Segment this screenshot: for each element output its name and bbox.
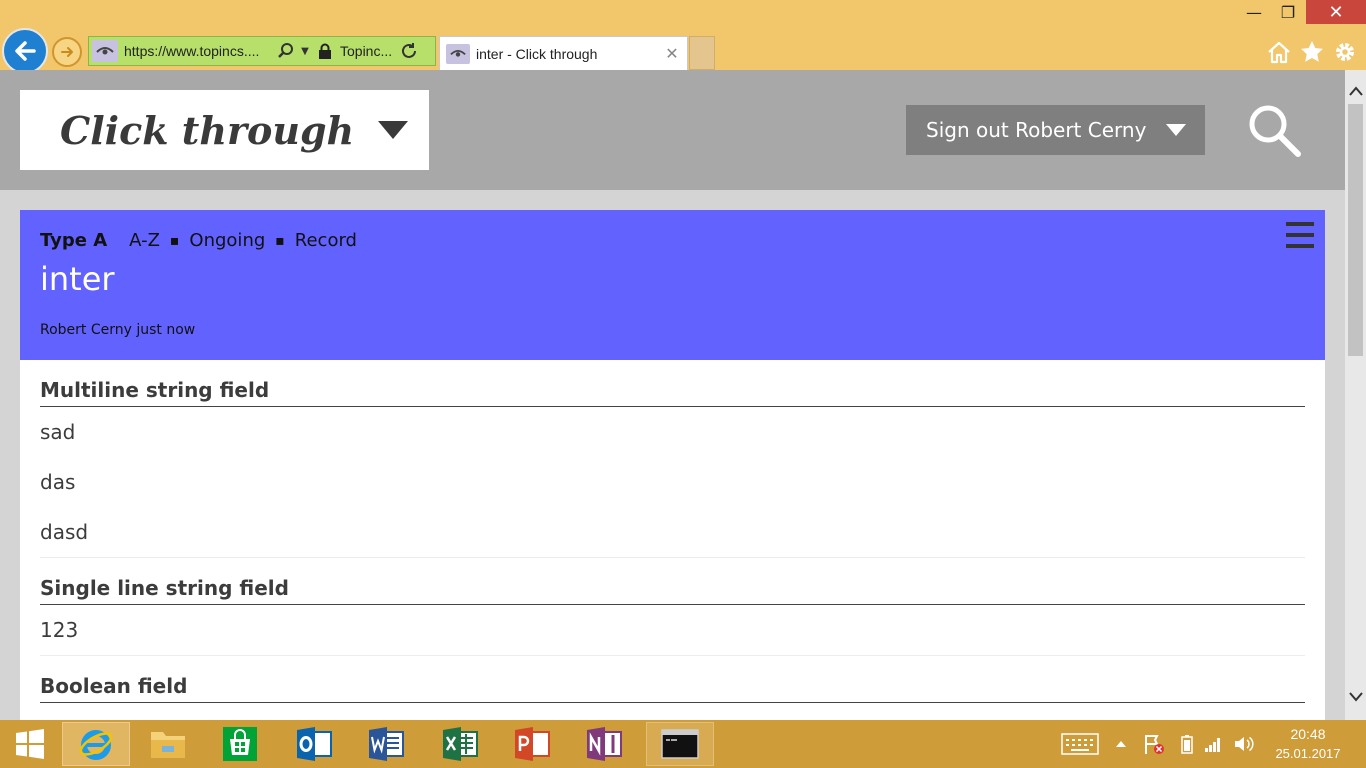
address-url[interactable]: https://www.topincs.... <box>124 43 270 59</box>
field-value: sad <box>40 420 76 444</box>
store-icon <box>223 727 257 761</box>
excel-icon <box>443 727 478 761</box>
topic-type-link[interactable]: Type A <box>40 230 107 251</box>
taskbar-word[interactable] <box>352 722 420 766</box>
maximize-button[interactable]: ❐ <box>1272 0 1304 24</box>
browser-tab[interactable]: inter - Click through ✕ <box>439 36 688 70</box>
search-icon[interactable] <box>1244 100 1304 160</box>
gear-icon[interactable] <box>1331 38 1359 66</box>
tab-close-icon[interactable]: ✕ <box>662 44 682 63</box>
app-logo-text: Click through <box>60 107 355 153</box>
field-label: Boolean field <box>40 656 1305 703</box>
lock-icon[interactable] <box>314 43 336 59</box>
taskbar-file-explorer[interactable] <box>134 722 202 766</box>
field-values: sad das dasd <box>40 407 1305 558</box>
field-value: 123 <box>40 618 79 642</box>
field-values: Yes <box>40 703 1305 720</box>
browser-chrome: — ❐ ✕ https://www.topincs.... ▼ Topinc..… <box>0 0 1366 74</box>
chevron-down-icon[interactable]: ▼ <box>296 46 314 57</box>
outlook-icon <box>297 727 332 761</box>
nav-separator: ▪ <box>169 232 180 249</box>
site-header: Click through Sign out Robert Cerny <box>0 70 1345 190</box>
caret-down-icon <box>378 121 409 139</box>
hamburger-menu-icon[interactable] <box>1286 222 1314 248</box>
address-bar[interactable]: https://www.topincs.... ▼ Topinc... <box>88 36 436 66</box>
field-value: dasd <box>40 520 89 544</box>
touch-keyboard-icon[interactable] <box>1060 732 1100 756</box>
app-switcher[interactable]: Click through <box>20 90 429 170</box>
scrollbar-thumb[interactable] <box>1348 104 1363 356</box>
network-signal-icon[interactable] <box>1202 732 1224 756</box>
taskbar-powerpoint[interactable] <box>498 722 566 766</box>
action-center-flag-icon[interactable] <box>1142 732 1166 756</box>
signout-label: Sign out Robert Cerny <box>926 118 1147 142</box>
taskbar-onenote[interactable] <box>570 722 638 766</box>
site-favicon-icon <box>92 40 118 62</box>
favorites-star-icon[interactable] <box>1298 38 1326 66</box>
start-button[interactable] <box>0 722 60 766</box>
scroll-up-icon[interactable] <box>1345 78 1366 104</box>
word-icon <box>369 727 404 761</box>
nav-link-a-z[interactable]: A-Z <box>129 230 160 251</box>
battery-icon[interactable] <box>1178 732 1196 756</box>
topic-header: Type A A-Z ▪ Ongoing ▪ Record inter Robe… <box>20 210 1325 360</box>
taskbar-store[interactable] <box>206 722 274 766</box>
page-viewport: Click through Sign out Robert Cerny Type… <box>0 70 1345 720</box>
back-button[interactable] <box>2 28 48 74</box>
home-icon[interactable] <box>1265 38 1293 66</box>
powerpoint-icon <box>515 727 550 761</box>
field-boolean: Boolean field Yes <box>40 656 1305 720</box>
volume-icon[interactable] <box>1232 732 1256 756</box>
close-window-button[interactable]: ✕ <box>1306 0 1366 24</box>
topic-breadcrumb: Type A A-Z ▪ Ongoing ▪ Record <box>40 230 357 251</box>
arrow-left-icon <box>15 41 36 61</box>
scroll-down-icon[interactable] <box>1345 684 1366 710</box>
field-label: Multiline string field <box>40 360 1305 407</box>
nav-link-ongoing[interactable]: Ongoing <box>189 230 265 251</box>
taskbar: 20:48 25.01.2017 <box>0 720 1366 768</box>
caret-down-icon <box>1166 124 1187 136</box>
field-values: 123 <box>40 605 1305 656</box>
tab-title: inter - Click through <box>476 45 598 62</box>
chevron-up-icon[interactable] <box>1112 732 1130 756</box>
minimize-button[interactable]: — <box>1238 0 1270 24</box>
vertical-scrollbar[interactable] <box>1345 70 1366 720</box>
arrow-right-icon <box>61 47 73 57</box>
page-title: inter <box>40 260 115 298</box>
nav-link-record[interactable]: Record <box>295 230 357 251</box>
field-multiline: Multiline string field sad das dasd <box>40 360 1305 558</box>
topic-card: Type A A-Z ▪ Ongoing ▪ Record inter Robe… <box>20 210 1325 720</box>
clock-time[interactable]: 20:48 <box>1268 726 1348 742</box>
field-label: Single line string field <box>40 558 1305 605</box>
taskbar-excel[interactable] <box>426 722 494 766</box>
folder-icon <box>151 732 185 758</box>
forward-button[interactable] <box>52 37 82 67</box>
taskbar-outlook[interactable] <box>280 722 348 766</box>
field-list: Multiline string field sad das dasd Sing… <box>40 360 1305 720</box>
clock-date[interactable]: 25.01.2017 <box>1268 746 1348 761</box>
tab-favicon-icon <box>446 43 470 64</box>
field-value: Yes <box>40 703 1305 720</box>
internet-explorer-icon <box>79 730 113 760</box>
nav-separator: ▪ <box>275 232 285 249</box>
taskbar-command-prompt[interactable] <box>646 722 714 766</box>
signout-button[interactable]: Sign out Robert Cerny <box>906 105 1205 155</box>
site-identity[interactable]: Topinc... <box>340 43 398 59</box>
topic-meta: Robert Cerny just now <box>40 322 196 338</box>
windows-logo-icon <box>16 729 44 759</box>
taskbar-internet-explorer[interactable] <box>62 722 130 766</box>
field-single-line: Single line string field 123 <box>40 558 1305 656</box>
field-value: das <box>40 470 76 494</box>
refresh-icon[interactable] <box>398 42 420 60</box>
command-prompt-icon <box>661 729 699 759</box>
onenote-icon <box>587 727 622 761</box>
search-icon[interactable] <box>276 41 296 61</box>
new-tab-button[interactable] <box>689 36 715 70</box>
